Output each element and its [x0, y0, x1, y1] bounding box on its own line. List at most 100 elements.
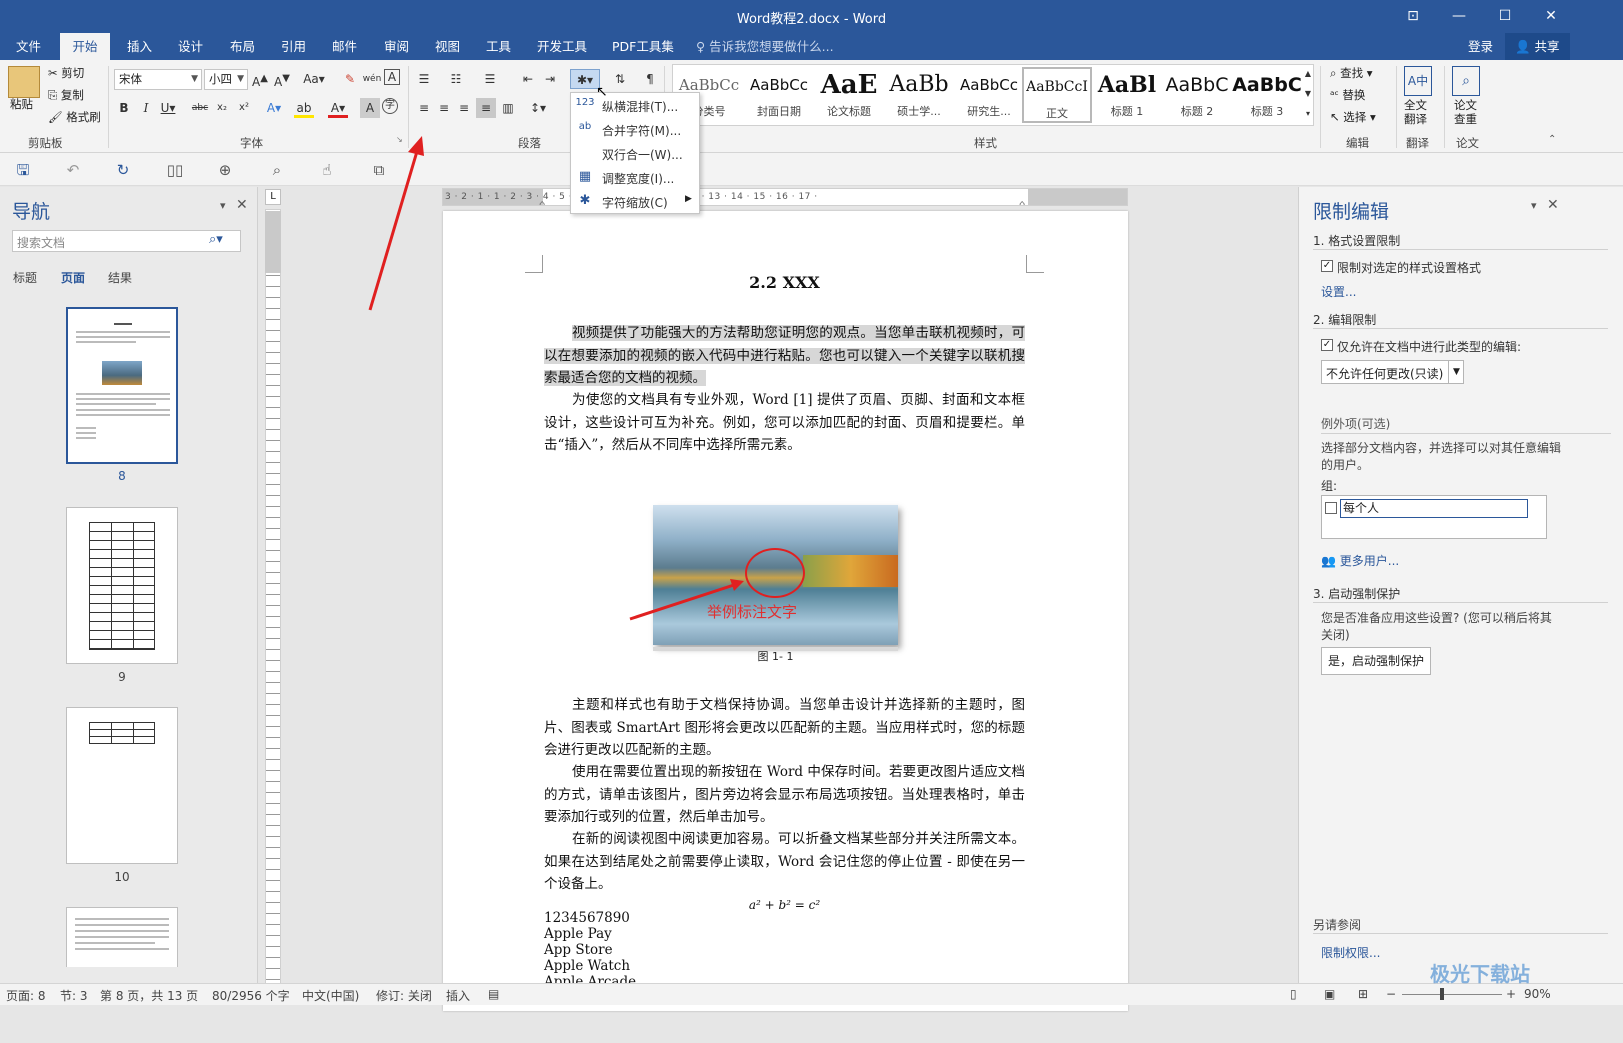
decrease-indent-icon[interactable]: ⇤: [518, 69, 538, 89]
font-size-combo[interactable]: 小四 ▼: [204, 69, 248, 90]
print-preview-icon[interactable]: ⌕: [266, 159, 288, 181]
undo-icon[interactable]: ↶: [62, 159, 84, 181]
multilevel-list-icon[interactable]: ☰: [480, 69, 500, 89]
paste-button[interactable]: 粘贴: [10, 96, 33, 112]
tab-review[interactable]: 审阅: [378, 33, 415, 60]
paragraph-2[interactable]: 为使您的文档具有专业外观，Word [1] 提供了页眉、页脚、封面和文本框设计，…: [544, 389, 1025, 457]
menu-item-two-lines-in-one[interactable]: 双行合一(W)...: [571, 141, 699, 165]
status-word-count[interactable]: 80/2956 个字: [212, 987, 290, 1004]
page-thumbnail-11[interactable]: [66, 907, 178, 967]
status-language[interactable]: 中文(中国): [302, 987, 359, 1004]
tab-view[interactable]: 视图: [429, 33, 466, 60]
superscript-icon[interactable]: x²: [234, 98, 254, 118]
menu-item-fit-text[interactable]: ▦ 调整宽度(I)...: [571, 165, 699, 189]
close-button[interactable]: ✕: [1528, 0, 1574, 33]
share-button[interactable]: 👤 共享: [1505, 33, 1570, 60]
tab-selector-icon[interactable]: L: [265, 189, 281, 205]
format-painter-button[interactable]: 🖌 格式刷: [48, 109, 101, 125]
page-thumbnail-10[interactable]: [66, 707, 178, 864]
tab-layout[interactable]: 布局: [224, 33, 261, 60]
nav-options-icon[interactable]: ▾: [220, 199, 226, 212]
clear-format-icon[interactable]: ✎: [340, 69, 360, 89]
tab-pages[interactable]: 页面: [61, 269, 85, 286]
close-icon[interactable]: ✕: [1547, 197, 1559, 213]
copy-button[interactable]: ⎘ 复制: [48, 87, 84, 103]
tab-references[interactable]: 引用: [275, 33, 312, 60]
italic-icon[interactable]: I: [136, 98, 156, 118]
minimize-button[interactable]: —: [1436, 0, 1482, 33]
change-case-icon[interactable]: Aa▾: [300, 69, 328, 89]
status-track-changes[interactable]: 修订: 关闭: [376, 987, 432, 1004]
underline-icon[interactable]: U▾: [158, 98, 178, 118]
tell-me-box[interactable]: ♀ 告诉我您想要做什么...: [690, 33, 840, 60]
tab-insert[interactable]: 插入: [121, 33, 158, 60]
justify-icon[interactable]: ≡: [476, 98, 496, 118]
redo-icon[interactable]: ↻: [112, 159, 134, 181]
indent-marker-icon[interactable]: ⌂: [539, 197, 546, 205]
distributed-icon[interactable]: ▥: [498, 98, 518, 118]
paragraph-5[interactable]: 在新的阅读视图中阅读更加容易。可以折叠文档某些部分并关注所需文本。如果在达到结尾…: [544, 828, 1025, 896]
style-master[interactable]: AaBb 硕士学...: [884, 67, 954, 123]
everyone-checkbox[interactable]: [1325, 502, 1337, 514]
paragraph-1[interactable]: 视频提供了功能强大的方法帮助您证明您的观点。当您单击联机视频时，可以在想要添加的…: [544, 322, 1025, 390]
style-normal[interactable]: AaBbCcI 正文: [1022, 67, 1092, 123]
align-center-icon[interactable]: ≡: [434, 98, 454, 118]
increase-indent-icon[interactable]: ⇥: [540, 69, 560, 89]
everyone-item[interactable]: 每个人: [1340, 499, 1528, 518]
document-page[interactable]: 2.2 XXX 视频提供了功能强大的方法帮助您证明您的观点。当您单击联机视频时，…: [443, 211, 1128, 1011]
gallery-up-icon[interactable]: ▲: [1298, 64, 1318, 82]
style-heading-3[interactable]: AaBbC 标题 3: [1232, 67, 1302, 123]
replace-button[interactable]: ᵃᶜ 替换: [1330, 87, 1365, 103]
read-mode-icon[interactable]: ▯: [1290, 987, 1297, 1001]
paragraph-3[interactable]: 主题和样式也有助于文档保持协调。当您单击设计并选择新的主题时，图片、图表或 Sm…: [544, 694, 1025, 762]
subscript-icon[interactable]: x₂: [212, 98, 232, 118]
gallery-down-icon[interactable]: ▼: [1298, 84, 1318, 102]
style-cover-date[interactable]: AaBbCc 封面日期: [744, 67, 814, 123]
editing-type-select[interactable]: 不允许任何更改(只读) ▼: [1321, 360, 1464, 384]
char-shading-icon[interactable]: A: [360, 98, 380, 118]
show-marks-icon[interactable]: ¶: [640, 69, 660, 89]
line-item[interactable]: App Store: [544, 942, 613, 958]
more-users-link[interactable]: 👥 更多用户...: [1321, 552, 1399, 569]
maximize-button[interactable]: ☐: [1482, 0, 1528, 33]
shrink-font-icon[interactable]: A▼: [272, 69, 292, 89]
zoom-level[interactable]: 90%: [1524, 987, 1551, 1001]
zoom-out-icon[interactable]: −: [1386, 987, 1396, 1001]
enclose-char-icon[interactable]: 字: [382, 98, 398, 114]
enforce-protection-button[interactable]: 是，启动强制保护: [1321, 647, 1431, 675]
menu-item-horizontal-in-vertical[interactable]: 123 纵横混排(T)...: [571, 93, 699, 117]
touch-mode-icon[interactable]: ☝: [316, 159, 338, 181]
collapse-ribbon-icon[interactable]: ⌃: [1548, 134, 1556, 145]
strikethrough-icon[interactable]: abc: [190, 98, 210, 118]
pane-options-icon[interactable]: ▾: [1531, 199, 1537, 212]
line-item[interactable]: 1234567890: [544, 910, 630, 926]
web-layout-icon[interactable]: ⊞: [1358, 987, 1368, 1001]
style-heading-2[interactable]: AaBbC 标题 2: [1162, 67, 1232, 123]
bullets-icon[interactable]: ☰: [414, 69, 434, 89]
line-item[interactable]: Apple Watch: [544, 958, 630, 974]
gallery-more-icon[interactable]: ▾: [1298, 104, 1318, 122]
paragraph-4[interactable]: 使用在需要位置出现的新按钮在 Word 中保存时间。若要更改图片适应文档的方式，…: [544, 761, 1025, 829]
right-indent-icon[interactable]: ⌂: [1019, 197, 1026, 205]
ribbon-display-icon[interactable]: ⊡: [1390, 0, 1436, 33]
editing-restrict-checkbox[interactable]: ✓: [1321, 339, 1333, 351]
tab-developer[interactable]: 开发工具: [531, 33, 593, 60]
tab-file[interactable]: 文件: [10, 33, 47, 60]
restrict-permission-link[interactable]: 限制权限...: [1321, 944, 1380, 961]
save-icon[interactable]: 🖫: [12, 159, 34, 181]
zoom-slider-thumb[interactable]: [1440, 988, 1444, 1000]
align-left-icon[interactable]: ≡: [414, 98, 434, 118]
sort-icon[interactable]: ⇅: [610, 69, 630, 89]
document-heading[interactable]: 2.2 XXX: [544, 272, 1025, 295]
status-page-count[interactable]: 第 8 页，共 13 页: [100, 987, 198, 1004]
print-layout-icon[interactable]: ▣: [1324, 987, 1335, 1001]
close-icon[interactable]: ✕: [236, 197, 248, 213]
plagiarism-check-button[interactable]: 论文 查重: [1454, 98, 1477, 126]
clipboard-icon[interactable]: [8, 66, 40, 98]
tab-tools[interactable]: 工具: [480, 33, 517, 60]
plagiarism-check-icon[interactable]: ⌕: [1452, 66, 1480, 96]
style-thesis-title[interactable]: AaE 论文标题: [814, 67, 884, 123]
menu-item-combine-characters[interactable]: ab 合并字符(M)...: [571, 117, 699, 141]
web-layout-icon[interactable]: ⊕: [214, 159, 236, 181]
select-button[interactable]: ↖ 选择 ▾: [1330, 109, 1376, 125]
